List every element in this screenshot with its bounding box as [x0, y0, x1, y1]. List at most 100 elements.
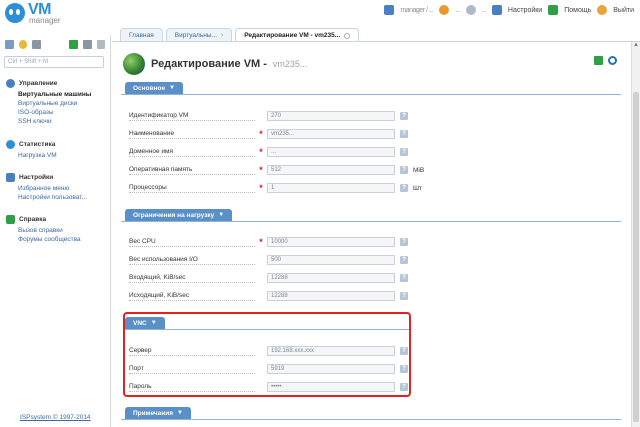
- help-icon[interactable]: ?: [400, 130, 408, 138]
- chevron-down-icon: ▼: [169, 85, 176, 91]
- refresh-icon[interactable]: [608, 56, 617, 65]
- settings-link[interactable]: Настройки: [508, 7, 542, 14]
- field-input[interactable]: 10000: [267, 237, 395, 247]
- sidebar-item-vm-load[interactable]: Нагрузка VM: [18, 151, 57, 160]
- help-icon: [548, 5, 559, 15]
- language-selector[interactable]: ...: [482, 7, 487, 14]
- basic-row: Идентификатор VM 270?: [129, 110, 429, 122]
- tab-bar: Главная Виртуальны... › Редактирование VM…: [120, 28, 360, 42]
- sidebar-divider[interactable]: [110, 35, 111, 427]
- section-limits-toggle[interactable]: Ограничения на нагрузку ▼: [125, 209, 233, 221]
- help-icon[interactable]: ?: [400, 256, 408, 264]
- help-icon[interactable]: ?: [400, 112, 408, 120]
- sidebar-item-virtual-machines[interactable]: Виртуальные машины: [18, 90, 91, 99]
- tab-label: Редактирование VM - vm235...: [244, 32, 341, 39]
- help-icon[interactable]: ?: [400, 184, 408, 192]
- help-icon[interactable]: ?: [400, 383, 408, 391]
- help-icon[interactable]: ?: [400, 292, 408, 300]
- field-input[interactable]: 192.168.xxx.xxx: [267, 346, 395, 356]
- section-basic-toggle[interactable]: Основное ▼: [125, 82, 184, 94]
- help-icon[interactable]: ?: [400, 347, 408, 355]
- section-title: Основное: [133, 84, 166, 92]
- required-marker: *: [259, 129, 263, 139]
- field-label: Доменное имя: [129, 148, 255, 157]
- main-content: Редактирование VM - vm235... Основное ▼ И…: [115, 42, 625, 427]
- user-icon: [439, 5, 450, 15]
- field-input[interactable]: 12288: [267, 273, 395, 283]
- pin-icon[interactable]: [96, 39, 106, 49]
- help-link[interactable]: Помощь: [564, 7, 591, 14]
- tab-label: Главная: [129, 32, 154, 39]
- menu-search-input[interactable]: Ctrl + Shift + M: [4, 56, 104, 68]
- sidebar-item-ssh-keys[interactable]: SSH ключи: [18, 117, 91, 126]
- management-icon: [6, 79, 15, 88]
- help-icon[interactable]: ?: [400, 365, 408, 373]
- basic-row: Доменное имя *...?: [129, 146, 429, 158]
- help-icon[interactable]: ?: [400, 238, 408, 246]
- sidebar-item-community-forums[interactable]: Форумы сообщества: [18, 235, 81, 244]
- tab-edit-vm[interactable]: Редактирование VM - vm235...: [235, 28, 360, 42]
- page-title: Редактирование VM -: [151, 58, 267, 70]
- sidebar-item-favorites[interactable]: Избранное меню: [18, 184, 87, 193]
- basic-row: Процессоры * 1? Шт: [129, 182, 429, 194]
- field-input[interactable]: 12288: [267, 291, 395, 301]
- sidebar-item-call-help[interactable]: Вызов справки: [18, 226, 81, 235]
- tree-icon[interactable]: [5, 39, 14, 49]
- field-input[interactable]: 500: [267, 255, 395, 265]
- scrollbar[interactable]: ▲: [631, 42, 640, 427]
- server-name[interactable]: manager / ...: [400, 7, 433, 14]
- user-name[interactable]: ...: [455, 7, 460, 14]
- top-menu: manager / ... ... ... Настройки Помощь В…: [384, 3, 634, 17]
- field-label: Входящий, KiB/sec: [129, 274, 255, 283]
- vnc-row: Пароль •••••?: [129, 381, 429, 393]
- expand-icon[interactable]: [69, 39, 78, 49]
- scroll-up-icon[interactable]: ▲: [633, 42, 639, 48]
- scrollbar-thumb[interactable]: [633, 92, 639, 422]
- settings-icon: [491, 5, 502, 15]
- field-input[interactable]: 1: [267, 183, 395, 193]
- field-input[interactable]: 270: [267, 111, 395, 121]
- field-label: Вес CPU: [129, 238, 255, 247]
- sidebar-item-virtual-disks[interactable]: Виртуальные диски: [18, 99, 91, 108]
- language-icon: [465, 5, 476, 15]
- required-marker: *: [259, 237, 263, 247]
- group-title[interactable]: Управление: [19, 80, 57, 87]
- help-icon[interactable]: ?: [400, 274, 408, 282]
- field-unit: MiB: [413, 166, 425, 174]
- field-input[interactable]: ...: [267, 147, 395, 157]
- required-marker: *: [259, 165, 263, 175]
- vmmanager-logo[interactable]: VM manager: [5, 1, 95, 27]
- field-input[interactable]: vm235...: [267, 129, 395, 139]
- sidebar-item-iso-images[interactable]: ISO-образы: [18, 108, 91, 117]
- chevron-right-icon: ›: [220, 32, 224, 39]
- help-book-icon: [6, 215, 15, 224]
- section-vnc-toggle[interactable]: VNC ▼: [125, 317, 165, 329]
- section-notes-toggle[interactable]: Примечания ▼: [125, 407, 191, 419]
- section-title: Ограничения на нагрузку: [133, 211, 215, 219]
- field-label: Порт: [129, 365, 255, 374]
- group-title[interactable]: Справка: [19, 216, 46, 223]
- section-title: VNC: [133, 319, 147, 327]
- export-icon[interactable]: [594, 56, 603, 65]
- tab-home[interactable]: Главная: [120, 28, 163, 42]
- sidebar-item-user-settings[interactable]: Настройки пользоват...: [18, 193, 87, 202]
- field-input[interactable]: •••••: [267, 382, 395, 392]
- section-title: Примечания: [133, 409, 174, 417]
- copyright-link[interactable]: ISPsystem © 1997-2014: [20, 414, 91, 421]
- help-icon[interactable]: ?: [400, 166, 408, 174]
- group-title[interactable]: Настройки: [19, 174, 53, 181]
- close-icon[interactable]: [344, 32, 351, 39]
- star-icon[interactable]: [18, 39, 28, 49]
- collapse-icon[interactable]: [82, 39, 92, 49]
- folder-icon[interactable]: [32, 39, 41, 49]
- tab-virtual-machines[interactable]: Виртуальны... ›: [165, 28, 233, 42]
- group-title[interactable]: Статистика: [19, 141, 55, 148]
- field-input[interactable]: 5919: [267, 364, 395, 374]
- logout-link[interactable]: Выйти: [613, 7, 634, 14]
- logout-icon: [597, 5, 608, 15]
- field-unit: Шт: [413, 184, 422, 192]
- help-icon[interactable]: ?: [400, 148, 408, 156]
- field-input[interactable]: 512: [267, 165, 395, 175]
- field-label: Пароль: [129, 383, 255, 392]
- sidebar-group-help: Справка Вызов справки Форумы сообщества: [6, 215, 81, 244]
